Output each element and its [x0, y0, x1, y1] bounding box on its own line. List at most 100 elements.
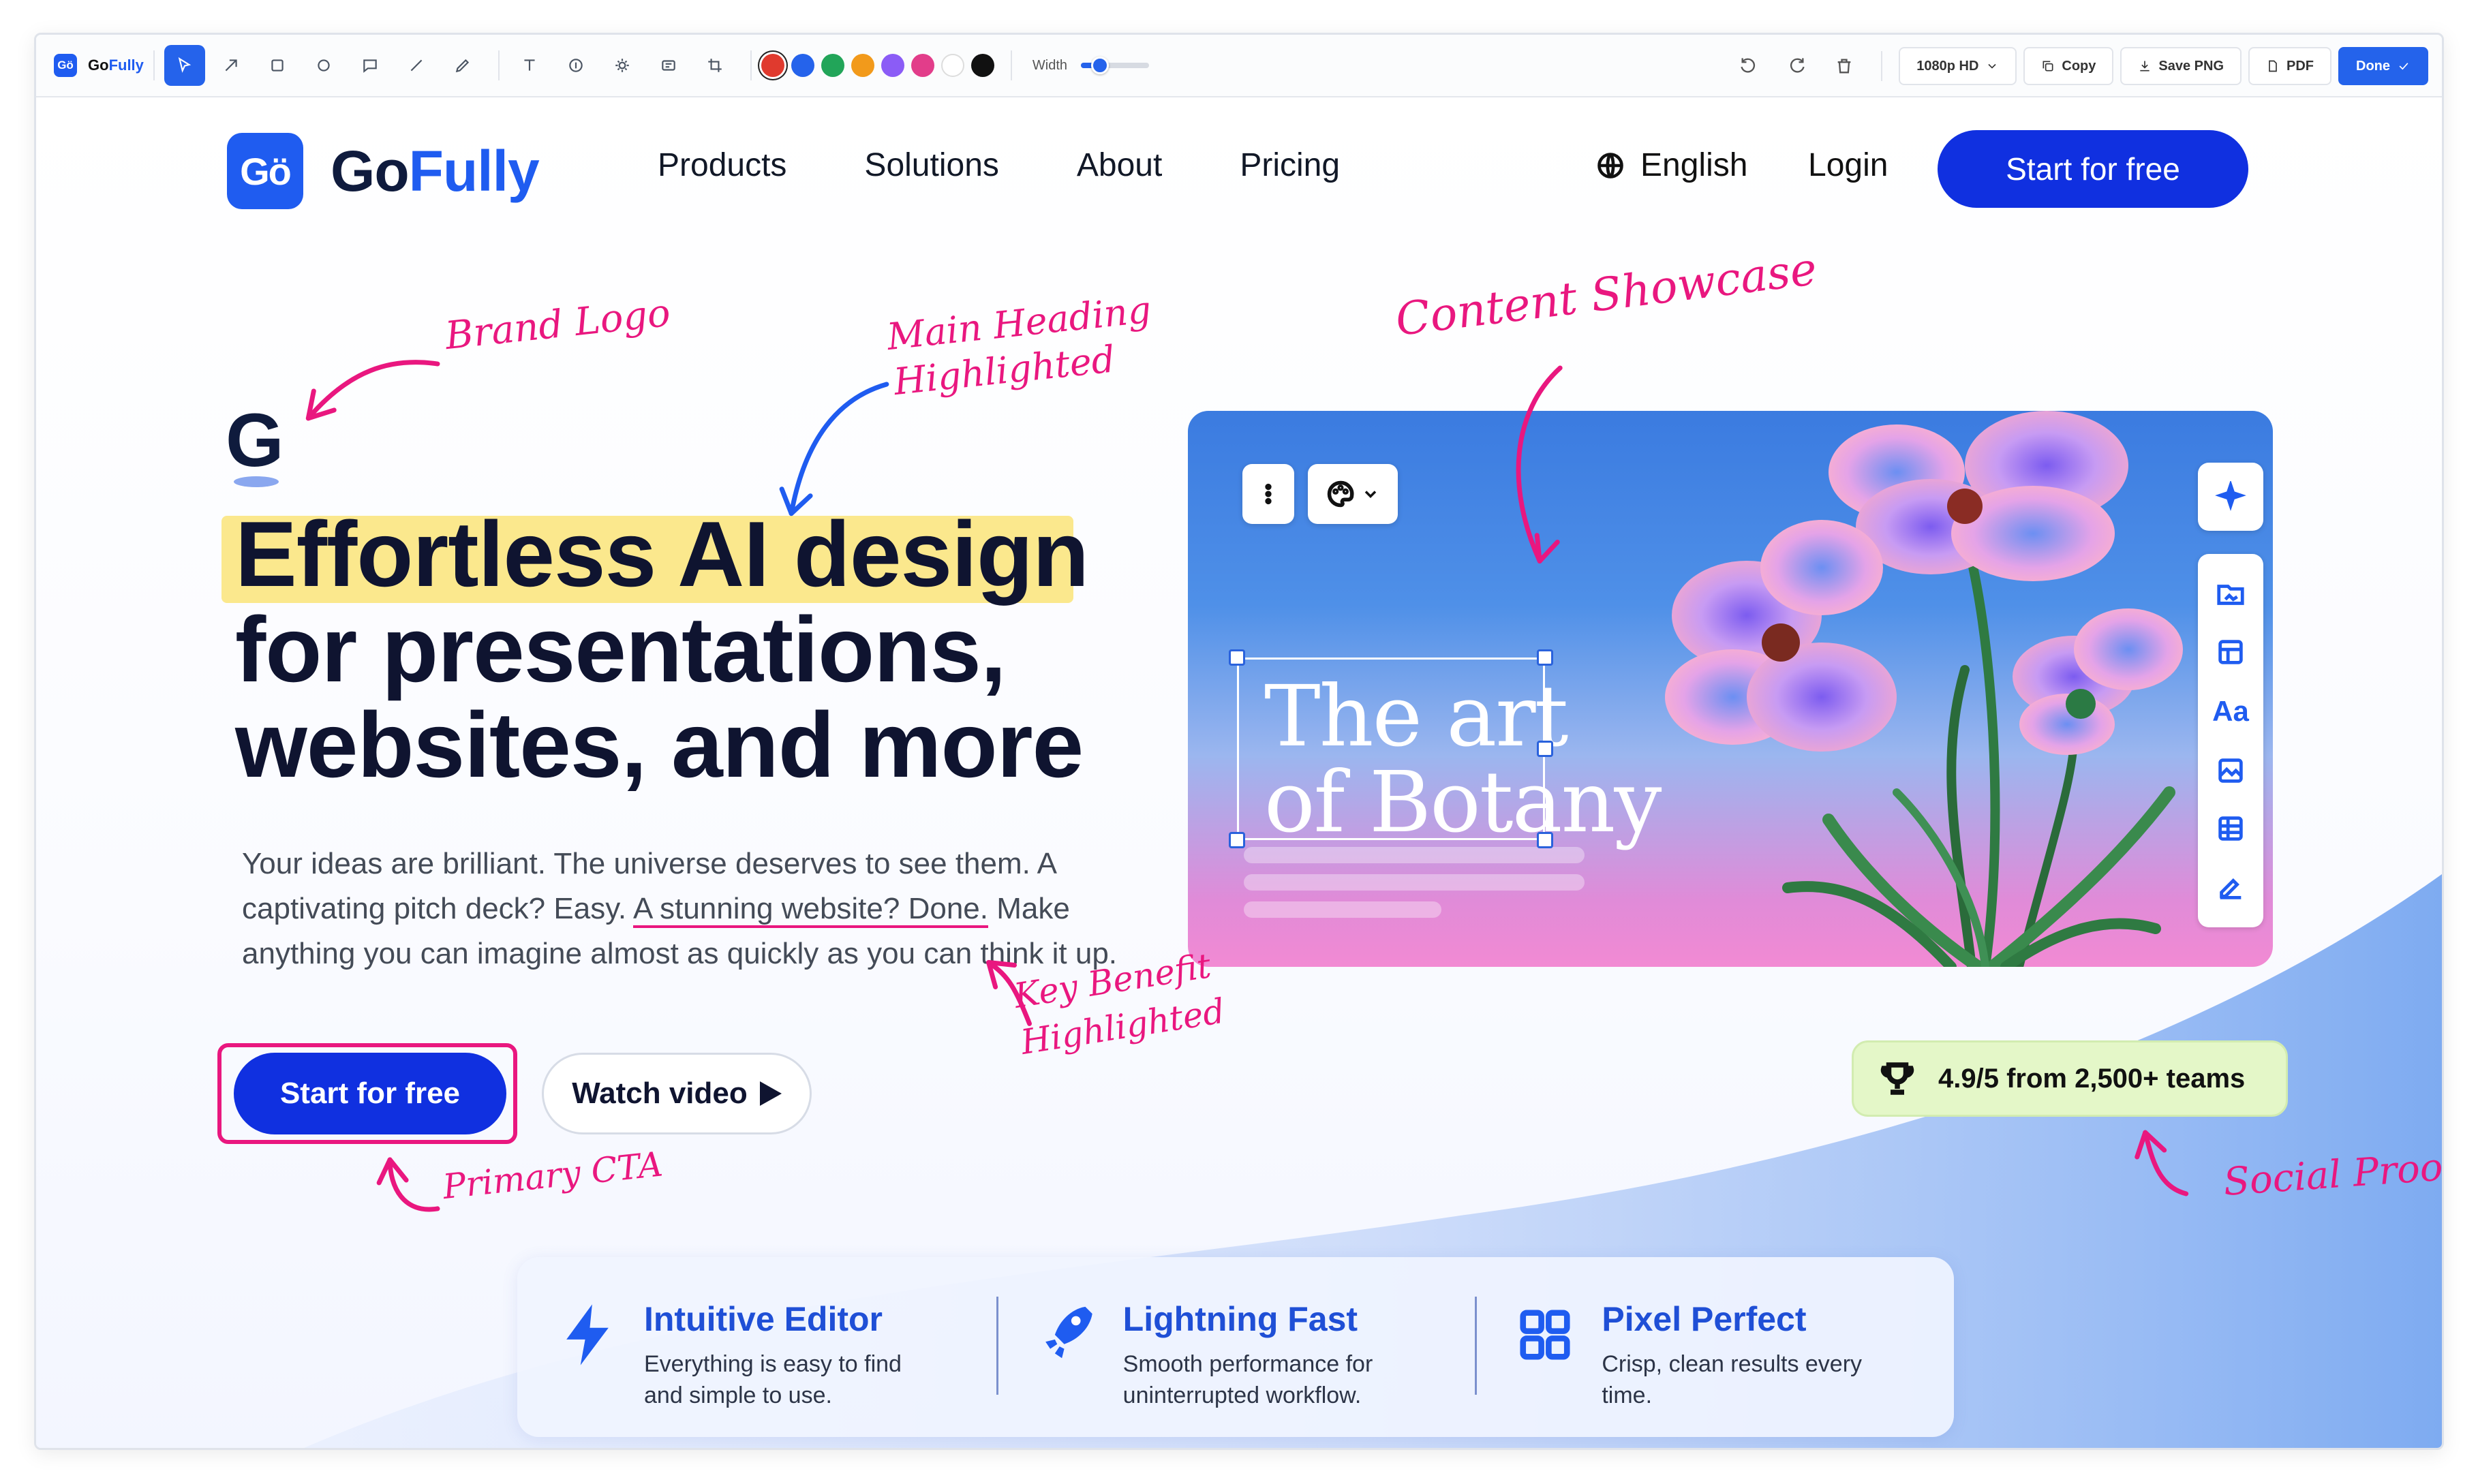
layout-icon[interactable]: [2215, 636, 2246, 668]
main-nav: Products Solutions About Pricing: [658, 146, 1418, 184]
nav-products[interactable]: Products: [658, 146, 786, 184]
redo-button[interactable]: [1776, 46, 1817, 87]
site-logo-icon: Gö: [227, 133, 303, 209]
table-icon[interactable]: [2215, 813, 2246, 844]
comment-icon: [363, 59, 377, 73]
feature-title: Intuitive Editor: [644, 1300, 883, 1338]
check-icon: [2399, 63, 2408, 70]
crop-tool[interactable]: [694, 45, 735, 86]
card-toolbar: [1242, 464, 1398, 524]
feature-desc: Crisp, clean results every time.: [1602, 1351, 1863, 1408]
color-swatch[interactable]: [851, 54, 874, 77]
edit-icon[interactable]: [2215, 871, 2246, 903]
chevron-down-icon: [1364, 491, 1377, 498]
resolution-select[interactable]: 1080p HD: [1899, 47, 2017, 85]
more-vertical-icon: [1265, 483, 1272, 505]
copy-label: Copy: [2062, 58, 2096, 74]
color-swatch[interactable]: [911, 54, 934, 77]
pdf-label: PDF: [2286, 58, 2314, 74]
undo-button[interactable]: [1728, 46, 1769, 87]
features-strip: Intuitive Editor Everything is easy to f…: [517, 1257, 1954, 1437]
rectangle-icon: [271, 59, 284, 72]
resize-handle[interactable]: [1229, 832, 1245, 848]
placeholder-line: [1244, 874, 1585, 891]
toolbar-divider: [750, 50, 752, 80]
login-link[interactable]: Login: [1808, 146, 1888, 184]
color-swatch[interactable]: [791, 54, 814, 77]
save-png-button[interactable]: Save PNG: [2120, 47, 2242, 85]
grid-icon: [1520, 1310, 1570, 1360]
pdf-button[interactable]: PDF: [2248, 47, 2331, 85]
placeholder-line: [1244, 901, 1441, 918]
typography-icon[interactable]: Aa: [2212, 695, 2249, 728]
globe-icon: [1597, 152, 1623, 179]
copy-button[interactable]: Copy: [2023, 47, 2114, 85]
palette-icon: [1327, 480, 1354, 508]
select-tool[interactable]: [164, 45, 205, 86]
feature-desc: Smooth performance for uninterrupted wor…: [1122, 1351, 1373, 1408]
editor-app-name-suffix: Fully: [108, 57, 144, 74]
nav-solutions[interactable]: Solutions: [864, 146, 998, 184]
highlight-tool[interactable]: [648, 45, 689, 86]
pen-tool[interactable]: [442, 45, 483, 86]
watch-video-button[interactable]: Watch video: [542, 1053, 812, 1134]
sparkle-icon: [2215, 481, 2246, 511]
number-marker-tool[interactable]: [555, 45, 596, 86]
trophy-icon: [1880, 1062, 1914, 1095]
language-selector[interactable]: English: [1595, 146, 1747, 184]
width-label: Width: [1032, 57, 1068, 73]
resize-handle[interactable]: [1537, 741, 1553, 757]
resize-handle[interactable]: [1537, 649, 1553, 666]
color-swatch[interactable]: [881, 54, 904, 77]
color-swatch[interactable]: [940, 54, 964, 77]
nav-about[interactable]: About: [1077, 146, 1162, 184]
color-swatch[interactable]: [970, 54, 994, 77]
arrow-tool[interactable]: [211, 45, 251, 86]
resolution-value: 1080p HD: [1916, 58, 1979, 74]
resize-handle[interactable]: [1229, 649, 1245, 666]
image-folder-icon[interactable]: [2215, 578, 2246, 610]
nav-start-button[interactable]: Start for free: [1938, 130, 2248, 208]
save-png-label: Save PNG: [2158, 58, 2224, 74]
editor-window: Gö GoFully Width 1080p HD Copy Save PNG: [34, 33, 2444, 1450]
flower-right: [2013, 608, 2183, 755]
nav-pricing[interactable]: Pricing: [1240, 146, 1340, 184]
hero-subtext-highlight: A stunning website? Done.: [632, 892, 988, 928]
redo-icon: [1790, 58, 1805, 73]
text-tool[interactable]: [509, 45, 550, 86]
toolbar-divider: [498, 50, 500, 80]
theme-picker-button[interactable]: [1308, 464, 1398, 524]
ai-magic-button[interactable]: [2198, 463, 2263, 531]
undo-icon: [1741, 58, 1756, 73]
canvas-page: Gö GoFully Products Solutions About Pric…: [36, 97, 2442, 1448]
color-swatch[interactable]: [761, 54, 784, 77]
width-slider-knob[interactable]: [1091, 57, 1110, 74]
image-icon[interactable]: [2215, 755, 2246, 786]
color-swatch[interactable]: [821, 54, 844, 77]
flower-left: [1665, 520, 1897, 752]
site-logo[interactable]: Gö GoFully: [227, 133, 540, 209]
rocket-icon: [1045, 1306, 1092, 1359]
circle-tool[interactable]: [303, 45, 344, 86]
width-slider[interactable]: [1081, 57, 1150, 74]
hero-start-button[interactable]: Start for free: [234, 1053, 506, 1134]
editor-app-name: GoFully: [88, 57, 144, 74]
feature-item: Pixel Perfect Crisp, clean results every…: [1475, 1286, 1954, 1408]
rectangle-tool[interactable]: [257, 45, 298, 86]
blur-tool[interactable]: [602, 45, 643, 86]
card-side-panel: Aa: [2198, 554, 2263, 927]
delete-button[interactable]: [1824, 46, 1865, 87]
feature-item: Lightning Fast Smooth performance for un…: [996, 1286, 1475, 1408]
resize-handle[interactable]: [1537, 832, 1553, 848]
more-options-button[interactable]: [1242, 464, 1294, 524]
number-marker-icon: [569, 59, 583, 72]
highlight-icon: [662, 60, 675, 71]
brand-mark-shadow: [234, 476, 279, 487]
line-tool[interactable]: [396, 45, 437, 86]
blur-icon: [615, 59, 629, 72]
hero-heading: Effortless AI design for presentations, …: [235, 506, 1089, 792]
crop-icon: [708, 59, 722, 72]
done-button[interactable]: Done: [2338, 47, 2428, 85]
brand-prefix: Go: [331, 138, 410, 203]
comment-tool[interactable]: [350, 45, 391, 86]
